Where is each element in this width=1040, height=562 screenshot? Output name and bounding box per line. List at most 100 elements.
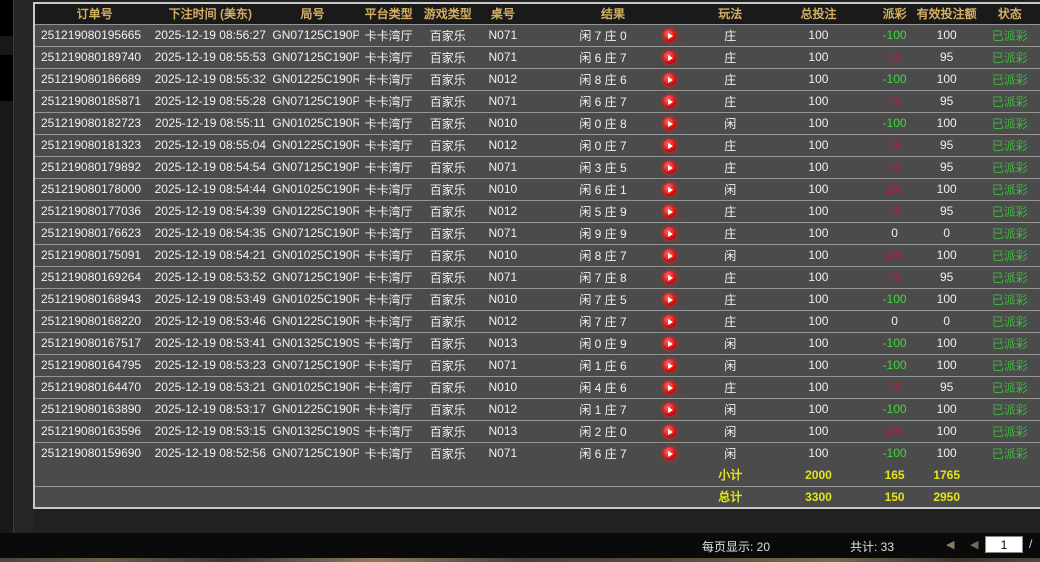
game-type-cell: 百家乐	[418, 397, 477, 420]
replay-play-icon[interactable]	[662, 249, 676, 263]
round-no-cell: GN01325C190SB	[266, 419, 359, 442]
table-header-row: 订单号 下注时间 (美东) 局号 平台类型 游戏类型 桌号 结果 玩法 总投注 …	[34, 3, 1040, 25]
replay-play-icon[interactable]	[662, 95, 676, 109]
round-no-cell: GN01225C190RW	[266, 199, 359, 222]
subtotal-row: 小计 2000 165 1765	[34, 464, 1040, 486]
grand-total-payout: 150	[873, 485, 916, 508]
status-badge: 已派彩	[977, 441, 1040, 464]
total-bet-cell: 100	[763, 419, 874, 442]
valid-bet-cell: 100	[915, 441, 978, 464]
game-type-cell: 百家乐	[418, 353, 477, 376]
status-badge: 已派彩	[977, 133, 1040, 156]
replay-cell	[641, 221, 698, 244]
total-count-label: 共计: 33	[850, 540, 895, 554]
play-triangle-icon	[667, 340, 673, 347]
replay-play-icon[interactable]	[662, 337, 676, 351]
replay-play-icon[interactable]	[662, 161, 676, 175]
replay-play-icon[interactable]	[662, 447, 676, 461]
game-type-cell: 百家乐	[418, 243, 477, 266]
table-row: 251219080182723 2025-12-19 08:55:11 GN01…	[34, 111, 1040, 134]
replay-cell	[641, 155, 698, 178]
table-no-cell: N010	[476, 243, 529, 266]
replay-play-icon[interactable]	[662, 183, 676, 197]
replay-play-icon[interactable]	[662, 403, 676, 417]
col-header-status: 状态	[977, 3, 1040, 25]
prev-page-icon[interactable]: ◀	[970, 538, 978, 551]
platform-cell: 卡卡湾厅	[358, 265, 419, 288]
bet-time-cell: 2025-12-19 08:53:15	[154, 419, 267, 442]
bet-time-cell: 2025-12-19 08:54:39	[154, 199, 267, 222]
replay-play-icon[interactable]	[662, 139, 676, 153]
play-triangle-icon	[667, 164, 673, 171]
game-type-cell: 百家乐	[418, 331, 477, 354]
result-cell: 闲 1 庄 7	[528, 397, 642, 420]
play-method-cell: 庄	[697, 133, 764, 156]
first-page-icon[interactable]: ◀	[946, 538, 954, 551]
round-no-cell: GN07125C190PH	[266, 89, 359, 112]
payout-cell: -100	[873, 287, 916, 310]
replay-play-icon[interactable]	[662, 425, 676, 439]
payout-cell: 0	[873, 309, 916, 332]
status-badge: 已派彩	[977, 24, 1040, 46]
payout-cell: 100	[873, 243, 916, 266]
play-triangle-icon	[667, 384, 673, 391]
bet-time-cell: 2025-12-19 08:55:11	[154, 111, 267, 134]
round-no-cell: GN01025C190RQ	[266, 243, 359, 266]
round-no-cell: GN07125C190PE	[266, 265, 359, 288]
replay-play-icon[interactable]	[662, 271, 676, 285]
col-header-total-bet: 总投注	[763, 3, 874, 25]
round-no-cell: GN01225C190RY	[266, 67, 359, 90]
replay-cell	[641, 375, 698, 398]
replay-play-icon[interactable]	[662, 227, 676, 241]
platform-cell: 卡卡湾厅	[358, 331, 419, 354]
result-cell: 闲 6 庄 7	[528, 441, 642, 464]
table-no-cell: N071	[476, 155, 529, 178]
table-no-cell: N012	[476, 397, 529, 420]
replay-play-icon[interactable]	[662, 381, 676, 395]
replay-play-icon[interactable]	[662, 73, 676, 87]
replay-play-icon[interactable]	[662, 315, 676, 329]
status-badge: 已派彩	[977, 111, 1040, 134]
replay-play-icon[interactable]	[662, 51, 676, 65]
status-badge: 已派彩	[977, 353, 1040, 376]
total-bet-cell: 100	[763, 199, 874, 222]
replay-play-icon[interactable]	[662, 117, 676, 131]
replay-play-icon[interactable]	[662, 29, 676, 43]
subtotal-spacer	[34, 464, 698, 486]
valid-bet-cell: 100	[915, 353, 978, 376]
platform-cell: 卡卡湾厅	[358, 45, 419, 68]
bet-records-table: 订单号 下注时间 (美东) 局号 平台类型 游戏类型 桌号 结果 玩法 总投注 …	[33, 2, 1040, 509]
platform-cell: 卡卡湾厅	[358, 441, 419, 464]
total-bet-cell: 100	[763, 375, 874, 398]
replay-play-icon[interactable]	[662, 359, 676, 373]
table-no-cell: N010	[476, 375, 529, 398]
platform-cell: 卡卡湾厅	[358, 155, 419, 178]
replay-cell	[641, 287, 698, 310]
replay-play-icon[interactable]	[662, 205, 676, 219]
total-bet-cell: 100	[763, 331, 874, 354]
payout-cell: 100	[873, 177, 916, 200]
valid-bet-cell: 95	[915, 199, 978, 222]
play-method-cell: 庄	[697, 155, 764, 178]
replay-play-icon[interactable]	[662, 293, 676, 307]
play-method-cell: 庄	[697, 221, 764, 244]
table-no-cell: N013	[476, 419, 529, 442]
play-triangle-icon	[667, 318, 673, 325]
status-badge: 已派彩	[977, 419, 1040, 442]
table-row: 251219080181323 2025-12-19 08:55:04 GN01…	[34, 133, 1040, 156]
platform-cell: 卡卡湾厅	[358, 177, 419, 200]
left-black-block-second	[0, 55, 13, 101]
left-gutter	[14, 0, 33, 533]
status-badge: 已派彩	[977, 287, 1040, 310]
game-type-cell: 百家乐	[418, 309, 477, 332]
play-method-cell: 闲	[697, 353, 764, 376]
status-badge: 已派彩	[977, 177, 1040, 200]
platform-cell: 卡卡湾厅	[358, 309, 419, 332]
order-no-cell: 251219080168943	[34, 287, 155, 310]
table-row: 251219080164470 2025-12-19 08:53:21 GN01…	[34, 375, 1040, 398]
page-number-input[interactable]	[985, 536, 1023, 553]
round-no-cell: GN01225C190RT	[266, 397, 359, 420]
grand-total-status-spacer	[977, 485, 1040, 508]
payout-cell: 95	[873, 89, 916, 112]
table-no-cell: N071	[476, 45, 529, 68]
